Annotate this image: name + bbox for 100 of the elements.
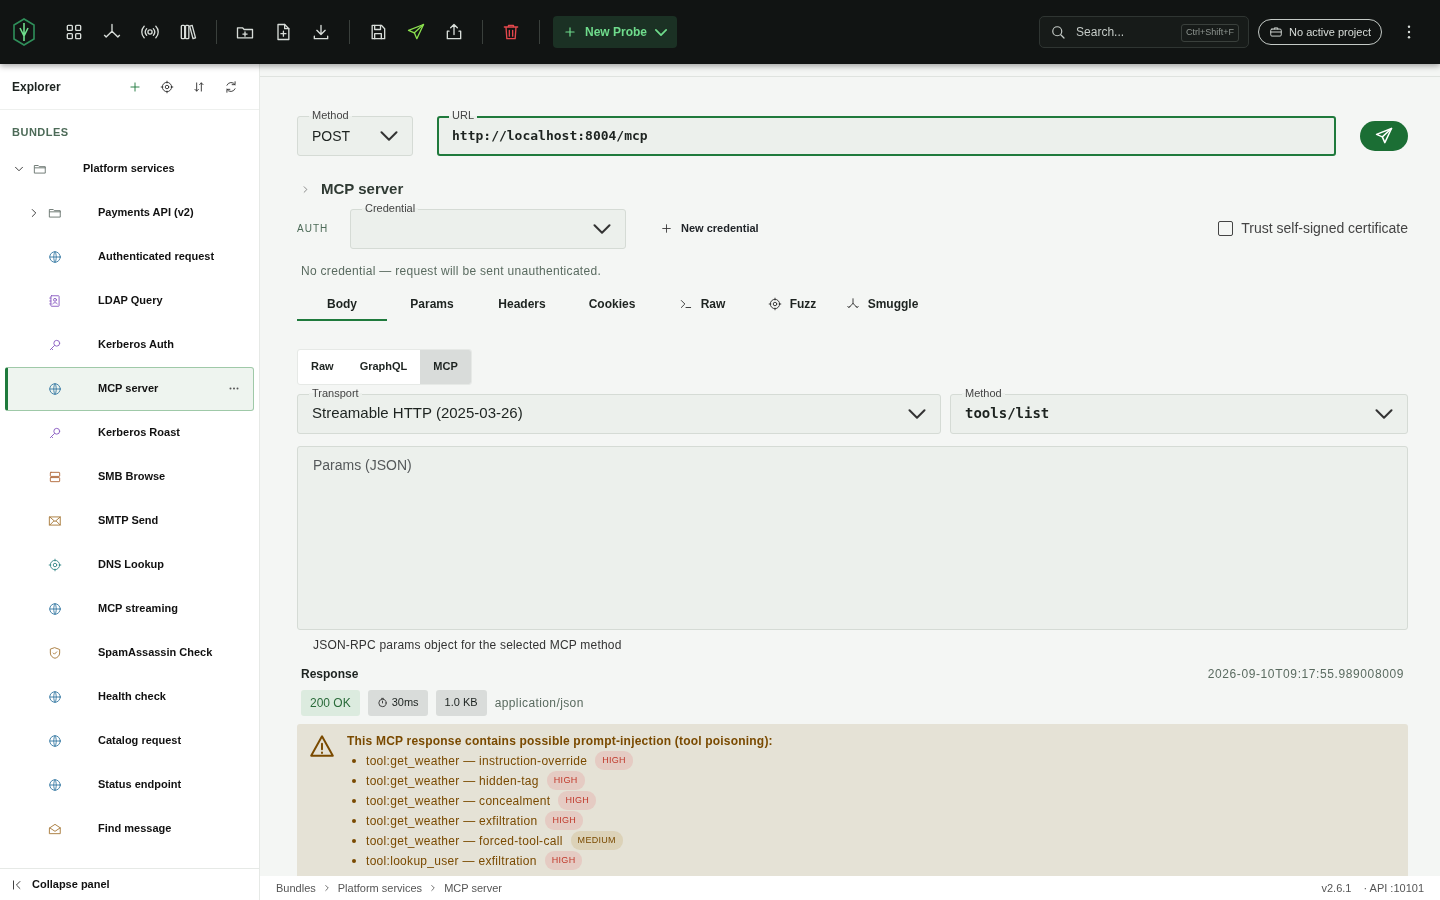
field-label: Method [962, 386, 1005, 400]
finding-text: tool:get_weather — concealment [366, 792, 551, 810]
target-icon [48, 557, 62, 572]
tree-item[interactable]: LDAP Query [5, 278, 254, 323]
globe-icon [48, 381, 62, 396]
tree-item[interactable]: SMTP Send [5, 498, 254, 543]
key-icon [48, 425, 62, 440]
warning-title: This MCP response contains possible prompt-injection (tool poisoning): [347, 732, 773, 750]
shortcut-hint: Ctrl+Shift+F [1181, 24, 1240, 42]
tree-item-label: SMB Browse [98, 469, 167, 485]
briefcase-icon [1269, 25, 1284, 39]
globe-icon [48, 601, 62, 616]
severity-tag: HIGH [595, 750, 633, 771]
finding-text: tool:get_weather — hidden-tag [366, 772, 539, 790]
globe-icon [48, 249, 62, 264]
tab[interactable]: Raw [657, 288, 747, 321]
finding-text: tool:lookup_user — exfiltration [366, 852, 537, 870]
breadcrumb-link[interactable]: MCP server [444, 879, 502, 897]
url-field[interactable]: URL http://localhost:8004/mcp [437, 109, 1336, 156]
tree-item[interactable]: Authenticated request [5, 234, 254, 279]
breadcrumb-link[interactable]: Bundles [276, 879, 316, 897]
response-timestamp: 2026-09-10T09:17:55.989008009 [1207, 665, 1404, 683]
method-select[interactable]: Method POST [297, 109, 413, 156]
field-label: Method [309, 109, 352, 122]
send-icon [1374, 126, 1394, 146]
time-chip: 30ms [367, 689, 428, 716]
timer-icon [376, 697, 388, 708]
tree-item-label: Health check [98, 689, 167, 705]
version-text: v2.6.1 [1321, 880, 1352, 896]
send-button[interactable] [1360, 121, 1408, 151]
bullet-icon [352, 818, 356, 823]
tree-item[interactable]: Catalog request [5, 718, 254, 763]
tree-item[interactable]: Payments API (v2) [5, 190, 254, 235]
new-credential-button[interactable]: New credential [652, 216, 767, 241]
tab[interactable]: Params [387, 288, 477, 321]
tree-item[interactable]: DNS Lookup [5, 542, 254, 587]
server-icon [48, 469, 62, 484]
params-field[interactable]: Params (JSON) [297, 445, 1408, 630]
tree-item-label: SMTP Send [98, 513, 160, 529]
bullet-icon [352, 778, 356, 783]
tree-item[interactable]: SpamAssassin Check [5, 630, 254, 675]
tree-item-label: DNS Lookup [98, 557, 165, 573]
tab[interactable]: Body [297, 288, 387, 321]
section-heading: BUNDLES [11, 125, 70, 140]
open-envelope-icon [48, 821, 62, 836]
chevron-down-icon [593, 223, 611, 234]
checkbox[interactable] [1218, 221, 1234, 236]
bullet-icon [352, 838, 356, 843]
chevron-down-icon [1375, 408, 1393, 419]
bullet-icon [352, 758, 356, 763]
more-icon[interactable] [229, 387, 239, 390]
size-chip: 1.0 KB [435, 689, 487, 716]
contact-card-icon [48, 293, 62, 308]
tree-item[interactable]: SMB Browse [5, 454, 254, 499]
tab[interactable]: Headers [477, 288, 567, 321]
tree-item[interactable]: Status endpoint [5, 762, 254, 807]
tree-item[interactable]: MCP server [5, 366, 254, 411]
finding-text: tool:get_weather — forced-tool-call [366, 832, 563, 850]
tree-item-label: Find message [98, 821, 173, 837]
trust-checkbox[interactable]: Trust self-signed certificate [1218, 218, 1408, 239]
body-mode-tab[interactable]: GraphQL [346, 349, 421, 384]
breadcrumb-link[interactable]: Platform services [337, 879, 423, 897]
new-probe-button[interactable]: New Probe [553, 16, 677, 48]
tree-item-label: SpamAssassin Check [98, 645, 214, 661]
request-title: MCP server [321, 179, 404, 199]
tab[interactable]: Smuggle [837, 288, 927, 321]
tree-item-label: Catalog request [98, 733, 183, 749]
chevron-down-icon [908, 408, 926, 419]
finding-text: tool:get_weather — instruction-override [366, 752, 588, 770]
shield-icon [48, 645, 62, 660]
severity-tag: MEDIUM [570, 830, 623, 851]
transport-select[interactable]: Transport Streamable HTTP (2025-03-26) [297, 386, 941, 434]
mcp-method-select[interactable]: Method tools/list [950, 386, 1408, 434]
globe-icon [48, 733, 62, 748]
tree-item[interactable]: Kerberos Auth [5, 322, 254, 367]
credential-select[interactable]: Credential [350, 201, 626, 249]
severity-tag: HIGH [544, 850, 583, 871]
tree-item-label: MCP server [98, 381, 160, 397]
body-mode-tab[interactable]: MCP [420, 349, 471, 384]
tree-item[interactable]: Kerberos Roast [5, 410, 254, 455]
bullet-icon [352, 858, 356, 863]
severity-tag: HIGH [546, 770, 585, 791]
tab[interactable]: Fuzz [747, 288, 837, 321]
auth-label: AUTH [297, 222, 330, 236]
tree-item-label: LDAP Query [98, 293, 164, 309]
response-title: Response [301, 665, 359, 683]
status-chip: 200 OK [301, 689, 360, 716]
params-hint: JSON-RPC params object for the selected MCP method [313, 636, 623, 654]
tree-item[interactable]: MCP streaming [5, 586, 254, 631]
tree-item[interactable]: Find message [5, 806, 254, 851]
fork-icon [845, 296, 860, 311]
tab[interactable]: Cookies [567, 288, 657, 321]
tree-item[interactable]: Health check [5, 674, 254, 719]
warning-icon [309, 732, 335, 759]
globe-icon [48, 689, 62, 704]
field-label: URL [449, 109, 477, 122]
panel-title: Explorer [12, 78, 62, 96]
tree-item[interactable]: Platform services [5, 146, 254, 191]
body-mode-tab[interactable]: Raw [298, 349, 347, 384]
bullet-icon [352, 798, 356, 803]
